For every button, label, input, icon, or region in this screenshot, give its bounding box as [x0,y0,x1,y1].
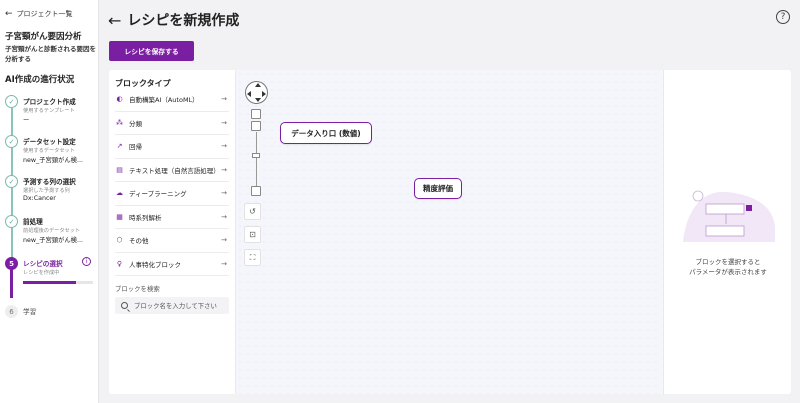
step-name: 学習 [23,308,37,316]
sidebar: ← プロジェクト一覧 子宮頸がん要因分析 子宮頸がんと診断される要因を分析する … [0,0,99,403]
pan-left-icon[interactable] [247,90,251,97]
block-type-deep-learning[interactable]: ☁ ディープラーニング → [115,182,229,206]
pan-up-icon[interactable] [254,83,261,87]
step-sub: 前処理後のデータセット [23,228,81,234]
step-name: レシピの選択 [23,260,63,268]
block-type-label: 分類 [129,119,142,128]
step-number: 6 [5,305,18,318]
block-type-automl[interactable]: ◐ 自動構築AI（AutoML） → [115,88,229,112]
project-title: 子宮頸がん要因分析 [5,32,82,42]
info-icon[interactable]: i [82,257,91,266]
other-icon: ⬡ [116,236,123,245]
chevron-right-icon: → [221,212,227,221]
check-icon: ✓ [5,215,18,228]
arrow-left-icon: ← [5,9,13,19]
undo-icon[interactable]: ↺ [244,203,261,220]
step-name: 予測する列の選択 [23,178,76,186]
block-type-label: 回帰 [129,143,142,152]
step-value: Dx:Cancer [23,195,56,202]
zoom-out-button[interactable] [251,186,261,196]
empty-state-illustration [683,190,775,242]
block-type-hr[interactable]: ♀ 人事特化ブロック → [115,253,229,276]
chevron-right-icon: → [221,142,227,151]
back-arrow-icon[interactable]: ← [108,11,121,30]
step-name: プロジェクト作成 [23,98,76,106]
step-name: 前処理 [23,218,43,226]
block-type-label: 人事特化ブロック [129,260,181,269]
deep-learning-icon: ☁ [116,189,123,198]
hr-icon: ♀ [116,259,123,268]
parameter-empty-message: ブロックを選択すると パラメータが表示されます [664,257,791,277]
step-value: new_子宮頸がん検... [23,157,83,164]
check-icon: ✓ [5,175,18,188]
block-search-input[interactable]: ブロック名を入力して下さい [115,297,229,314]
chevron-right-icon: → [221,95,227,104]
chevron-right-icon: → [221,236,227,245]
check-icon: ✓ [5,95,18,108]
block-type-classification[interactable]: ⁂ 分類 → [115,112,229,135]
progress-title: AI作成の進行状況 [5,75,75,85]
fit-view-icon[interactable]: ⊡ [244,226,261,243]
zoom-slider-track[interactable] [255,132,257,186]
back-to-projects-link[interactable]: ← プロジェクト一覧 [5,9,73,19]
block-type-label: 時系列解析 [129,213,162,222]
text-icon: ▤ [116,165,123,174]
parameter-message-line2: パラメータが表示されます [689,268,767,276]
zoom-step-button[interactable] [251,121,261,131]
step-sub: 使用するデータセット [23,148,75,154]
block-type-other[interactable]: ⬡ その他 → [115,229,229,253]
timeseries-icon: ▦ [116,212,123,221]
save-recipe-button[interactable]: レシピを保存する [109,41,194,61]
block-type-label: 自動構築AI（AutoML） [129,96,199,105]
chevron-right-icon: → [221,259,227,268]
step-value: new_子宮頸がん検... [23,237,83,244]
step-number: 5 [5,257,18,270]
canvas-node-data-input[interactable]: データ入り口 (数値) [280,122,372,144]
zoom-slider-thumb[interactable] [252,153,260,158]
recipe-editor: ブロックタイプ ◐ 自動構築AI（AutoML） → ⁂ 分類 → ↗ 回帰 →… [109,70,791,394]
automl-icon: ◐ [116,95,123,104]
active-step-rail [10,268,13,298]
help-icon[interactable]: ? [776,10,790,24]
check-icon: ✓ [5,135,18,148]
chevron-right-icon: → [221,118,227,127]
chevron-right-icon: → [221,165,227,174]
step-sub: 選択した予測する列 [23,188,70,194]
step-name: データセット設定 [23,138,76,146]
step-progress-fill [23,281,76,284]
block-type-text[interactable]: ▤ テキスト処理（自然言語処理） → [115,159,229,182]
regression-icon: ↗ [116,142,123,151]
page-title: ← レシピを新規作成 [108,10,239,30]
classification-icon: ⁂ [116,118,123,127]
step-sub: レシピを作成中 [23,270,60,276]
block-search-label: ブロックを検索 [115,285,160,293]
canvas-node-accuracy-eval[interactable]: 精度評価 [414,178,462,199]
block-type-label: テキスト処理（自然言語処理） [129,166,220,175]
block-type-list: ◐ 自動構築AI（AutoML） → ⁂ 分類 → ↗ 回帰 → ▤ テキスト処… [115,88,229,276]
chevron-right-icon: → [221,189,227,198]
back-label: プロジェクト一覧 [16,10,73,18]
block-type-timeseries[interactable]: ▦ 時系列解析 → [115,206,229,229]
recipe-canvas[interactable]: ↺ ⊡ ⛶ データ入り口 (数値) 精度評価 [235,70,663,394]
project-description: 子宮頸がんと診断される要因を分析する [5,45,96,63]
block-type-regression[interactable]: ↗ 回帰 → [115,135,229,159]
step-value: ー [23,117,30,124]
parameter-message-line1: ブロックを選択すると [695,258,761,266]
page-title-text: レシピを新規作成 [127,13,240,29]
pan-right-icon[interactable] [262,90,266,97]
pan-control[interactable] [245,81,268,104]
block-type-panel: ブロックタイプ ◐ 自動構築AI（AutoML） → ⁂ 分類 → ↗ 回帰 →… [109,70,235,394]
search-icon [121,302,128,309]
search-placeholder: ブロック名を入力して下さい [134,302,217,310]
pan-down-icon[interactable] [254,98,261,102]
step-progress-bar [23,281,93,284]
step-sub: 使用するテンプレート [23,108,75,114]
block-type-label: ディープラーニング [129,190,187,199]
zoom-in-button[interactable] [251,109,261,119]
parameter-panel: ブロックを選択すると パラメータが表示されます [663,70,791,394]
block-type-label: その他 [129,237,149,246]
expand-icon[interactable]: ⛶ [244,249,261,266]
